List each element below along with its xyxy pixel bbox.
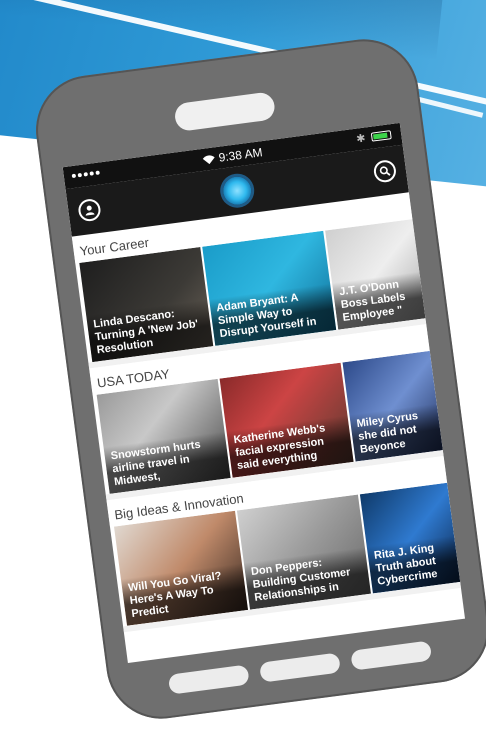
phone-screen: 9:38 AM ✱ Your Career Linda Descano: Turn… xyxy=(62,122,466,663)
story-tile[interactable]: J.T. O'Donn Boss Labels Employee " xyxy=(325,219,426,330)
battery-icon xyxy=(370,130,392,142)
person-icon[interactable] xyxy=(77,197,102,223)
story-tile[interactable]: Don Peppers: Building Customer Relations… xyxy=(236,494,371,610)
phone-speaker xyxy=(173,91,277,133)
phone-home-button[interactable] xyxy=(259,652,341,683)
bluetooth-icon: ✱ xyxy=(355,132,367,146)
search-icon[interactable] xyxy=(372,158,398,184)
news-sections: Your Career Linda Descano: Turning A 'New… xyxy=(71,192,461,633)
phone-device: 9:38 AM ✱ Your Career Linda Descano: Turn… xyxy=(29,32,486,726)
wifi-icon xyxy=(202,154,215,164)
story-tile[interactable]: Miley Cyrus she did not Beyonce xyxy=(342,350,443,462)
signal-icon xyxy=(71,170,100,179)
phone-menu-button[interactable] xyxy=(350,640,433,671)
phone-back-button[interactable] xyxy=(167,664,250,695)
story-tile[interactable]: Katherine Webb's facial expression said … xyxy=(219,362,354,478)
story-tile[interactable]: Will You Go Viral? Here's A Way To Predi… xyxy=(114,510,249,626)
story-tile[interactable]: Adam Bryant: A Simple Way to Disrupt You… xyxy=(202,230,337,346)
story-tile[interactable]: Linda Descano: Turning A 'New Job' Resol… xyxy=(79,246,214,363)
app-logo-icon xyxy=(221,174,253,207)
story-tile[interactable]: Rita J. King Truth about Cybercrime xyxy=(359,482,461,594)
story-tile[interactable]: Snowstorm hurts airline travel in Midwes… xyxy=(96,378,231,494)
status-time: 9:38 AM xyxy=(217,145,264,165)
